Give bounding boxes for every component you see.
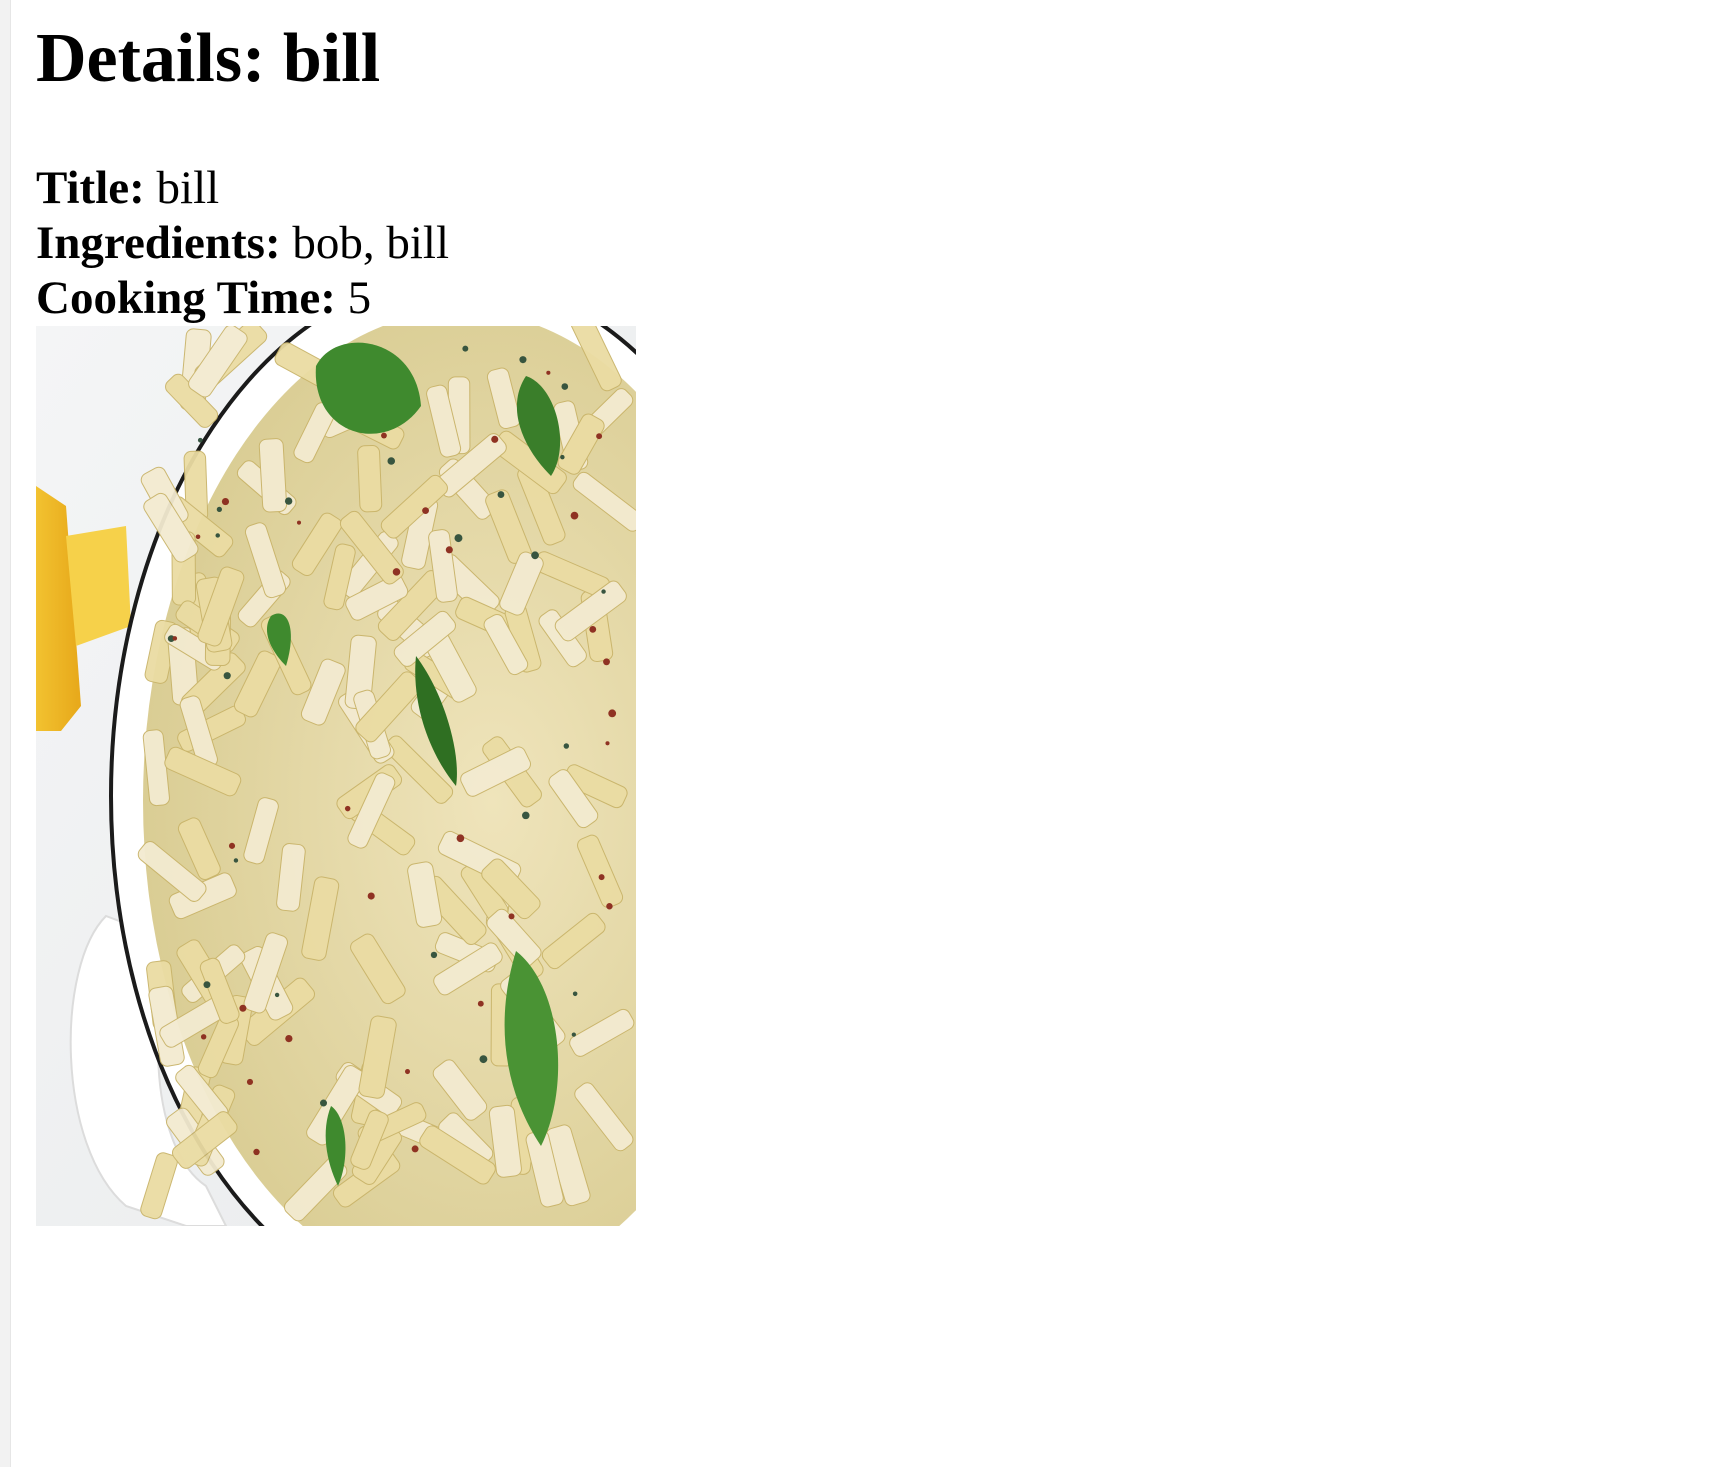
pasta-photo-icon xyxy=(36,326,636,1226)
page-title: Details: bill xyxy=(36,20,381,97)
recipe-details: Title: bill Ingredients: bob, bill Cooki… xyxy=(36,161,1710,326)
cooking-time-value: 5 xyxy=(347,272,372,324)
ingredients-row: Ingredients: bob, bill xyxy=(36,216,1710,271)
cooking-time-row: Cooking Time: 5 xyxy=(36,271,1710,326)
title-row: Title: bill xyxy=(36,161,1710,216)
title-label: Title: xyxy=(36,162,145,214)
ingredients-value: bob, bill xyxy=(292,217,450,269)
recipe-image xyxy=(36,326,636,1226)
left-scroll-strip xyxy=(0,0,11,1467)
title-value: bill xyxy=(156,162,220,214)
recipe-details-page: Details: bill Title: bill Ingredients: b… xyxy=(36,0,1710,1467)
ingredients-label: Ingredients: xyxy=(36,217,281,269)
cooking-time-label: Cooking Time: xyxy=(36,272,336,324)
